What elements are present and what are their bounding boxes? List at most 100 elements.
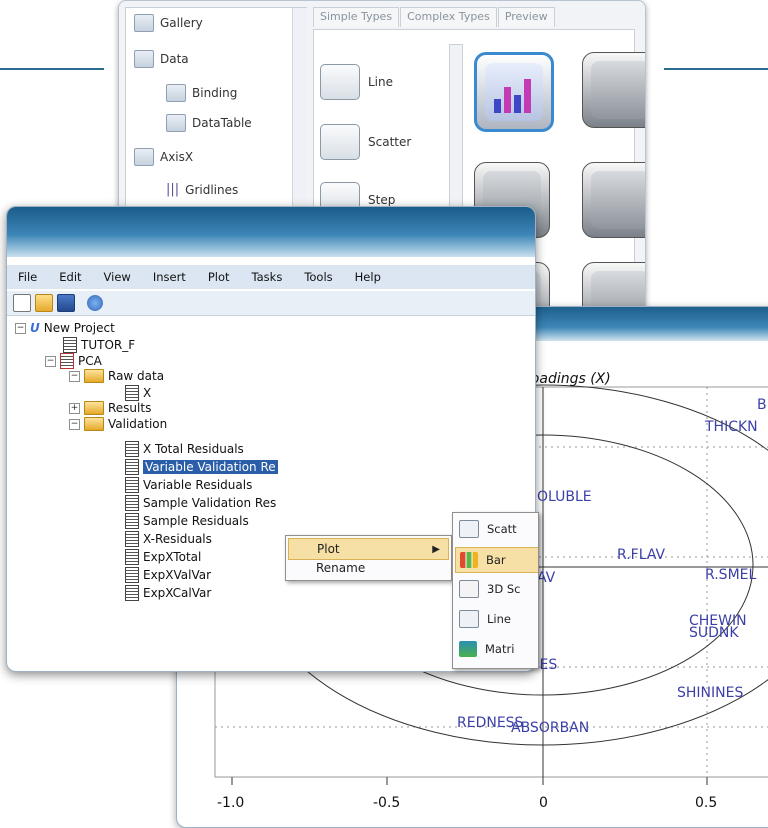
column-chart-tile[interactable] [582, 162, 645, 238]
bar-chart-tile-selected[interactable] [474, 52, 554, 132]
tree-label: X Total Residuals [143, 442, 244, 456]
document-icon [125, 477, 139, 493]
tree-label: Variable Residuals [143, 478, 253, 492]
project-icon: U [30, 321, 40, 335]
submenu-scatter[interactable]: Scatt [455, 517, 538, 541]
point-label: OLUBLE [537, 489, 592, 505]
tree-item-sample-residuals[interactable]: Sample Residuals [125, 513, 249, 529]
gallery-icon [134, 14, 154, 32]
collapse-toggle[interactable]: − [15, 322, 26, 334]
menu-label: Rename [316, 561, 366, 575]
document-icon [125, 385, 139, 401]
submenu-matrix[interactable]: Matri [455, 637, 538, 661]
chart-type-scatter[interactable]: Scatter [320, 124, 411, 160]
collapse-toggle[interactable]: − [45, 355, 56, 367]
tree-label: DataTable [192, 116, 252, 130]
data-icon [134, 50, 154, 68]
decorative-line-right [664, 68, 768, 70]
menu-tools[interactable]: Tools [293, 270, 343, 284]
tree-label: Data [160, 52, 189, 66]
tree-item-pca[interactable]: − PCA [45, 353, 102, 369]
tree-item-expxcalvar[interactable]: ExpXCalVar [125, 585, 211, 601]
menu-insert[interactable]: Insert [142, 270, 197, 284]
submenu-bar[interactable]: Bar [455, 547, 538, 573]
folder-icon [84, 369, 104, 383]
tree-node-gridlines[interactable]: ||| Gridlines [166, 182, 238, 197]
point-label: R.FLAV [617, 547, 666, 563]
document-icon [125, 549, 139, 565]
tree-label: Sample Validation Res [143, 496, 277, 510]
document-icon [125, 459, 139, 475]
expand-toggle[interactable]: + [69, 402, 80, 414]
bar-chart-icon [485, 63, 543, 121]
tree-item-sample-validation[interactable]: Sample Validation Res [125, 495, 276, 511]
tree-label: X [143, 386, 152, 400]
new-icon[interactable] [13, 294, 31, 312]
tree-node-datatable[interactable]: DataTable [166, 114, 252, 132]
menu-edit[interactable]: Edit [48, 270, 92, 284]
tree-label-selected: Variable Validation Re [143, 460, 278, 474]
tree-item-results[interactable]: + Results [69, 401, 151, 415]
tree-item-x-total-residuals[interactable]: X Total Residuals [125, 441, 244, 457]
document-icon [63, 337, 77, 353]
x-axis-ticks [231, 777, 708, 785]
help-icon[interactable] [87, 295, 103, 311]
tree-item-expxtotal[interactable]: ExpXTotal [125, 549, 201, 565]
tree-node-binding[interactable]: Binding [166, 84, 237, 102]
point-label: AV [537, 570, 556, 586]
decorative-line-left [0, 68, 104, 70]
tree-node-axisx[interactable]: AxisX [134, 148, 193, 166]
gallery-tabs: Simple Types Complex Types Preview [313, 7, 556, 27]
collapse-toggle[interactable]: − [69, 370, 80, 382]
collapse-toggle[interactable]: − [69, 418, 80, 430]
3d-bar-chart-tile[interactable] [582, 52, 645, 128]
plot-submenu: Scatt Bar 3D Sc Line Matri [452, 512, 539, 669]
context-menu-rename[interactable]: Rename [288, 558, 449, 578]
point-label: SUDNK [689, 625, 739, 641]
point-label: SHININES [677, 685, 743, 701]
save-icon[interactable] [57, 294, 75, 312]
chart-type-label: Step [368, 193, 396, 207]
menu-view[interactable]: View [93, 270, 142, 284]
open-icon[interactable] [35, 294, 53, 312]
menu-label: 3D Sc [487, 582, 521, 596]
tree-item-project[interactable]: − U New Project [15, 321, 115, 335]
tree-label: Gridlines [185, 182, 239, 197]
document-icon [125, 585, 139, 601]
tree-label: Binding [192, 86, 238, 100]
tree-node-gallery[interactable]: Gallery [134, 14, 203, 32]
tree-label: X-Residuals [143, 532, 212, 546]
menu-plot[interactable]: Plot [197, 270, 241, 284]
tree-item-variable-validation[interactable]: Variable Validation Re [125, 459, 278, 475]
chart-type-label: Line [368, 75, 394, 89]
tree-item-expxvalvar[interactable]: ExpXValVar [125, 567, 211, 583]
tab-complex-types[interactable]: Complex Types [400, 7, 497, 27]
tab-preview[interactable]: Preview [497, 7, 555, 27]
3d-bar-icon [591, 61, 645, 119]
line-chart-icon [459, 610, 479, 628]
tree-item-x[interactable]: X [125, 385, 151, 401]
submenu-3d-scatter[interactable]: 3D Sc [455, 577, 538, 601]
tree-item-raw-data[interactable]: − Raw data [69, 369, 164, 383]
binding-icon [166, 84, 186, 102]
chart-type-line[interactable]: Line [320, 64, 393, 100]
menu-file[interactable]: File [7, 270, 48, 284]
tree-item-x-residuals[interactable]: X-Residuals [125, 531, 212, 547]
submenu-line[interactable]: Line [455, 607, 538, 631]
matrix-plot-icon [459, 641, 477, 657]
tree-label: Raw data [108, 369, 165, 383]
point-label: B [757, 397, 767, 413]
tree-item-tutor[interactable]: TUTOR_F [63, 337, 135, 353]
tree-node-data[interactable]: Data [134, 50, 189, 68]
tree-item-variable-residuals[interactable]: Variable Residuals [125, 477, 252, 493]
tree-item-validation[interactable]: − Validation [69, 417, 167, 431]
point-label: R.SMEL [705, 567, 756, 583]
x-tick-labels: -1.0 -0.5 0 0.5 [217, 795, 717, 811]
bar-chart-icon [460, 552, 478, 568]
menu-help[interactable]: Help [344, 270, 392, 284]
menu-tasks[interactable]: Tasks [241, 270, 294, 284]
x-tick-label: -1.0 [217, 795, 244, 811]
context-menu-plot[interactable]: Plot ▶ [288, 538, 449, 560]
tab-simple-types[interactable]: Simple Types [313, 7, 400, 27]
document-icon [125, 495, 139, 511]
